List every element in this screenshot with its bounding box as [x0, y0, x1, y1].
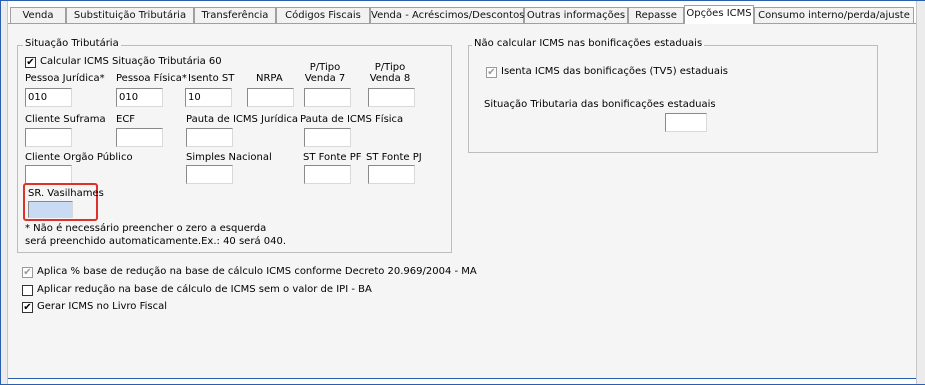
isento-st-input[interactable]: 10	[185, 88, 232, 107]
aplica-base-reducao-ma-label: Aplica % base de redução na base de cálc…	[37, 266, 477, 277]
isenta-icms-bonificacoes-label: Isenta ICMS das bonificações (TV5) estad…	[501, 66, 728, 77]
situacao-bonificacoes-label: Situação Tributaria das bonificações est…	[484, 99, 716, 110]
pessoa-juridica-input[interactable]: 010	[25, 88, 72, 107]
tab-consumo-interno[interactable]: Consumo interno/perda/ajuste	[754, 7, 914, 23]
cliente-suframa-label: Cliente Suframa	[25, 114, 106, 125]
sr-vasilhames-label: SR. Vasilhames	[28, 188, 104, 199]
st-fonte-pf-label: ST Fonte PF	[303, 152, 362, 163]
st-fonte-pf-input[interactable]	[304, 165, 351, 184]
tab-opcoes-icms[interactable]: Opções ICMS	[684, 5, 754, 24]
simples-nacional-input[interactable]	[186, 165, 233, 184]
tab-content-panel: Situação Tributária ✔ Calcular ICMS Situ…	[8, 24, 916, 379]
cliente-orgao-publico-label: Cliente Orgão Público	[25, 152, 133, 163]
isenta-icms-bonificacoes-checkbox[interactable]: ✔	[486, 67, 497, 78]
tab-substituicao-tributaria[interactable]: Substituição Tributária	[66, 7, 194, 23]
ptipo-venda7-input[interactable]	[304, 88, 351, 107]
pauta-icms-fisica-input[interactable]	[304, 128, 351, 147]
situacao-tributaria-legend: Situação Tributária	[23, 38, 121, 49]
cliente-orgao-publico-input[interactable]	[25, 165, 72, 184]
sr-vasilhames-input[interactable]	[28, 201, 73, 218]
gerar-icms-livro-fiscal-checkbox[interactable]: ✔	[22, 302, 33, 313]
nrpa-input[interactable]	[247, 88, 294, 107]
nrpa-label: NRPA	[256, 73, 283, 84]
bonificacoes-legend: Não calcular ICMS nas bonificações estad…	[472, 38, 705, 49]
aplicar-reducao-ipi-ba-checkbox[interactable]	[22, 285, 33, 296]
left-scroll-band	[1, 1, 8, 384]
tab-venda-acrescimos-descontos[interactable]: Venda - Acréscimos/Descontos	[370, 7, 524, 23]
note-line-1: * Não é necessário preencher o zero a es…	[25, 223, 267, 234]
pauta-icms-juridica-label: Pauta de ICMS Jurídica	[186, 114, 298, 125]
simples-nacional-label: Simples Nacional	[186, 152, 272, 163]
isento-st-label: Isento ST	[188, 73, 235, 84]
pauta-icms-fisica-label: Pauta de ICMS Física	[300, 114, 404, 125]
aplica-base-reducao-ma-checkbox[interactable]: ✔	[22, 267, 33, 278]
tab-venda[interactable]: Venda	[10, 7, 66, 23]
st-fonte-pj-label: ST Fonte PJ	[366, 152, 422, 163]
situacao-bonificacoes-input[interactable]	[665, 113, 707, 132]
aplicar-reducao-ipi-ba-label: Aplicar redução na base de cálculo de IC…	[37, 284, 372, 295]
ecf-input[interactable]	[116, 128, 163, 147]
tab-transferencia[interactable]: Transferência	[194, 7, 276, 23]
calcular-icms-st60-label: Calcular ICMS Situação Tributária 60	[40, 56, 222, 67]
st-fonte-pj-input[interactable]	[368, 165, 415, 184]
pauta-icms-juridica-input[interactable]	[186, 128, 233, 147]
tab-bar: Venda Substituição Tributária Transferên…	[8, 5, 916, 24]
note-line-2: será preenchido automaticamente.Ex.: 40 …	[25, 236, 287, 247]
tab-outras-informacoes[interactable]: Outras informações	[524, 7, 628, 23]
panel-bottom-border	[8, 378, 916, 379]
right-scroll-band	[916, 1, 925, 384]
tab-repasse[interactable]: Repasse	[628, 7, 684, 23]
cliente-suframa-input[interactable]	[25, 128, 72, 147]
tab-codigos-fiscais[interactable]: Códigos Fiscais	[276, 7, 370, 23]
pessoa-fisica-input[interactable]: 010	[116, 88, 163, 107]
gerar-icms-livro-fiscal-label: Gerar ICMS no Livro Fiscal	[37, 301, 168, 312]
ptipo-venda7-label-line2: Venda 7	[304, 73, 346, 84]
calcular-icms-st60-checkbox[interactable]: ✔	[25, 57, 36, 68]
ecf-label: ECF	[116, 114, 136, 125]
pessoa-juridica-label: Pessoa Jurídica*	[25, 73, 105, 84]
pessoa-fisica-label: Pessoa Física*	[116, 73, 187, 84]
ptipo-venda8-input[interactable]	[368, 88, 415, 107]
ptipo-venda8-label-line2: Venda 8	[369, 73, 411, 84]
